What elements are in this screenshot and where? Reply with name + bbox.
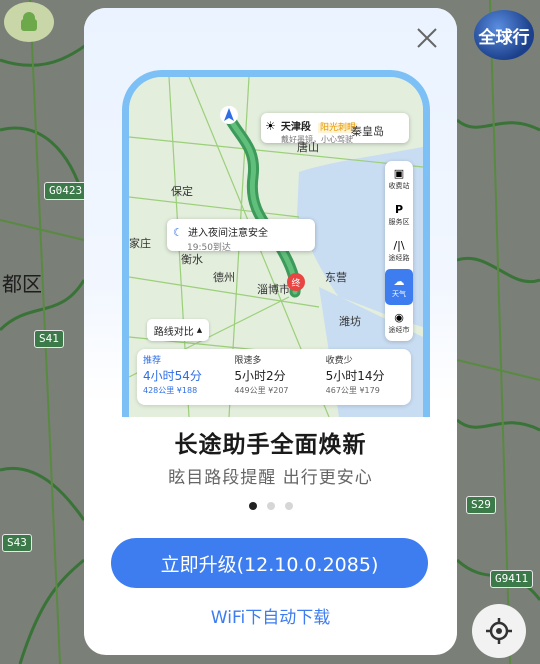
side-item-label: 收费站 xyxy=(388,182,410,190)
map-label: 秦皇岛 xyxy=(351,125,384,138)
route-tag: 限速多 xyxy=(234,356,262,366)
caret-up-icon: ▲ xyxy=(196,326,203,334)
phone-mockup: ☀ 天津段 阳光刺眼 戴好墨镜，小心驾驶 ☾ 进入夜间注意安全 19:50到达 … xyxy=(122,70,430,417)
route-compare-button[interactable]: 路线对比 ▲ xyxy=(147,319,209,341)
destination-pin: 终 xyxy=(287,273,305,291)
via-city-toggle[interactable]: ◉ 途经市 xyxy=(385,305,413,341)
modal-title: 长途助手全面焕新 xyxy=(174,432,367,458)
route-layers-panel: ▣ 收费站 P 服务区 /|\ 途经路 ☁ 天气 ◉ 途经市 xyxy=(385,161,413,341)
road-badge: G9411 xyxy=(490,570,534,588)
route-tag: 收费少 xyxy=(325,356,353,366)
side-item-label: 途经路 xyxy=(388,254,410,262)
road-badge: S29 xyxy=(466,496,496,514)
map-label: 淄博市 xyxy=(257,283,290,296)
route-meta: 467公里 ¥179 xyxy=(325,386,380,395)
service-area-toggle[interactable]: P 服务区 xyxy=(385,197,413,233)
user-avatar[interactable] xyxy=(4,2,54,42)
road-badge: S41 xyxy=(34,330,64,348)
carousel-pager xyxy=(84,502,457,510)
route-tag: 推荐 xyxy=(143,356,162,366)
parking-icon: P xyxy=(394,203,404,216)
background-place-label: 都区 xyxy=(2,272,42,296)
navigation-arrow-icon xyxy=(220,106,238,124)
night-driving-alert: ☾ 进入夜间注意安全 19:50到达 xyxy=(167,219,315,253)
route-meta: 449公里 ¥207 xyxy=(234,386,289,395)
route-compare-label: 路线对比 xyxy=(153,326,194,338)
side-item-label: 途经市 xyxy=(388,326,410,334)
side-item-label: 天气 xyxy=(392,290,406,298)
tianjin-sun-alert: ☀ 天津段 阳光刺眼 戴好墨镜，小心驾驶 xyxy=(261,113,409,144)
map-label: 东营 xyxy=(325,271,347,284)
route-option[interactable]: 限速多 5小时2分 449公里 ¥207 xyxy=(228,349,319,405)
route-option[interactable]: 推荐 4小时54分 428公里 ¥188 xyxy=(137,349,228,405)
route-time: 4小时54分 xyxy=(143,369,202,383)
city-icon: ◉ xyxy=(394,311,404,324)
toll-station-toggle[interactable]: ▣ 收费站 xyxy=(385,161,413,197)
route-time: 5小时14分 xyxy=(325,369,385,383)
map-label: 潍坊 xyxy=(339,315,361,328)
pager-dot[interactable] xyxy=(266,502,275,510)
map-label: 保定 xyxy=(171,185,193,198)
global-travel-label: 全球行 xyxy=(478,27,530,48)
crosshair-icon xyxy=(486,618,512,644)
android-icon xyxy=(21,12,37,31)
map-label: 家庄 xyxy=(129,237,151,250)
side-item-label: 服务区 xyxy=(388,218,410,226)
route-time: 5小时2分 xyxy=(234,369,286,383)
locate-button[interactable] xyxy=(472,604,526,658)
cloud-icon: ☁ xyxy=(393,275,405,288)
alert-place: 天津段 xyxy=(280,122,311,133)
road-icon: /|\ xyxy=(393,239,405,252)
sun-icon: ☀ xyxy=(265,119,276,133)
toll-icon: ▣ xyxy=(393,167,405,180)
route-options-card: 推荐 4小时54分 428公里 ¥188 限速多 5小时2分 449公里 ¥20… xyxy=(137,349,411,405)
global-travel-badge[interactable]: 全球行 xyxy=(474,10,534,60)
pager-dot[interactable] xyxy=(248,502,257,510)
moon-icon: ☾ xyxy=(173,226,183,239)
map-label: 衡水 xyxy=(181,253,203,266)
upgrade-modal: ☀ 天津段 阳光刺眼 戴好墨镜，小心驾驶 ☾ 进入夜间注意安全 19:50到达 … xyxy=(84,8,457,655)
map-label: 唐山 xyxy=(297,141,319,154)
modal-subtitle: 眩目路段提醒 出行更安心 xyxy=(168,468,373,488)
wifi-auto-download-link[interactable]: WiFi下自动下载 xyxy=(84,603,457,628)
upgrade-now-button[interactable]: 立即升级(12.10.0.2085) xyxy=(111,538,428,588)
road-badge: G0423 xyxy=(44,182,88,200)
night-alert-title: 进入夜间注意安全 xyxy=(187,228,268,239)
night-alert-arrival: 19:50到达 xyxy=(187,243,231,253)
map-label: 德州 xyxy=(213,271,235,284)
via-road-toggle[interactable]: /|\ 途经路 xyxy=(385,233,413,269)
road-badge: S43 xyxy=(2,534,32,552)
route-option[interactable]: 收费少 5小时14分 467公里 ¥179 xyxy=(320,349,411,405)
route-meta: 428公里 ¥188 xyxy=(143,386,198,395)
pager-dot[interactable] xyxy=(284,502,293,510)
close-icon[interactable] xyxy=(413,24,441,52)
weather-toggle[interactable]: ☁ 天气 xyxy=(385,269,413,305)
